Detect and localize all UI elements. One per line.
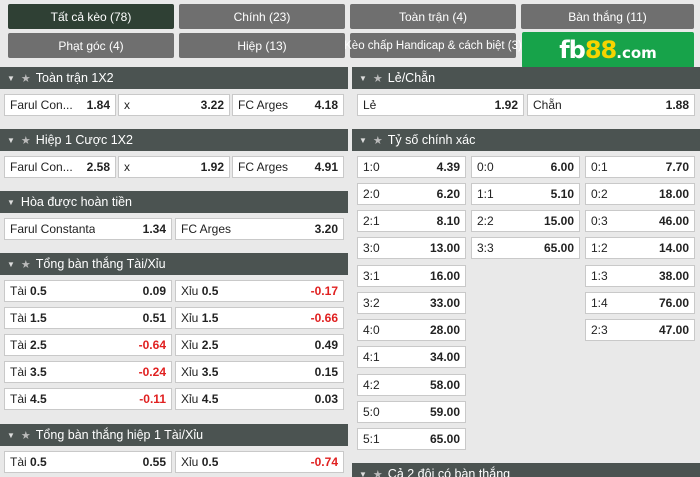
odds-cell[interactable]: Lẻ 1.92 (357, 94, 524, 116)
score-cell[interactable]: 3:1 16.00 (357, 265, 466, 287)
fb88-logo[interactable]: fb88.com (522, 32, 694, 68)
caret-down-icon: ▼ (7, 197, 15, 207)
caret-down-icon: ▼ (359, 73, 367, 83)
odds-cell[interactable]: x 3.22 (118, 94, 230, 116)
tab-corners[interactable]: Phạt góc (4) (8, 33, 174, 58)
tab-full-match[interactable]: Toàn trận (4) (350, 4, 516, 29)
tab-main[interactable]: Chính (23) (179, 4, 345, 29)
section-header-both-score[interactable]: ▼ ★ Cả 2 đội có bàn thắng (352, 463, 700, 477)
score-cell[interactable]: 2:2 15.00 (471, 210, 580, 232)
score-cell[interactable]: 1:4 76.00 (585, 292, 695, 314)
score-cell[interactable]: 2:1 8.10 (357, 210, 466, 232)
odds-cell[interactable]: Farul Con... 2.58 (4, 156, 116, 178)
section-header-correct-score[interactable]: ▼ ★ Tỷ số chính xác (352, 129, 700, 151)
section-header-odd-even[interactable]: ▼ ★ Lẻ/Chẵn (352, 67, 700, 89)
section-header-half-total-goals[interactable]: ▼ ★ Tổng bàn thắng hiệp 1 Tài/Xỉu (0, 424, 348, 446)
section-title: Tỷ số chính xác (387, 133, 476, 147)
section-title: Hiệp 1 Cược 1X2 (35, 133, 133, 147)
score-cell[interactable]: 4:2 58.00 (357, 374, 466, 396)
score-cell[interactable]: 3:3 65.00 (471, 237, 580, 259)
section-header-half-1x2[interactable]: ▼ ★ Hiệp 1 Cược 1X2 (0, 129, 348, 151)
under-cell[interactable]: Xỉu 2.5 0.49 (175, 334, 344, 356)
star-icon[interactable]: ★ (21, 429, 31, 442)
section-header-draw-refund[interactable]: ▼ Hòa được hoàn tiền (0, 191, 348, 213)
section-title: Tổng bàn thắng Tài/Xỉu (35, 257, 166, 271)
section-title: Tổng bàn thắng hiệp 1 Tài/Xỉu (35, 428, 204, 442)
tab-handicap[interactable]: Kèo chấp Handicap & cách biệt (3) (344, 33, 522, 58)
section-title: Lẻ/Chẵn (387, 71, 436, 85)
score-cell[interactable]: 2:0 6.20 (357, 183, 466, 205)
under-cell[interactable]: Xỉu 4.5 0.03 (175, 388, 344, 410)
score-cell[interactable]: 1:1 5.10 (471, 183, 580, 205)
tab-half[interactable]: Hiệp (13) (179, 33, 345, 58)
score-cell[interactable]: 0:0 6.00 (471, 156, 580, 178)
star-icon[interactable]: ★ (373, 134, 383, 147)
odds-cell[interactable]: FC Arges 4.91 (232, 156, 344, 178)
score-cell[interactable]: 0:2 18.00 (585, 183, 695, 205)
score-cell[interactable]: 5:1 65.00 (357, 428, 466, 450)
score-cell[interactable]: 4:1 34.00 (357, 346, 466, 368)
under-cell[interactable]: Xỉu 0.5 -0.17 (175, 280, 344, 302)
tab-all[interactable]: Tất cả kèo (78) (8, 4, 174, 29)
star-icon[interactable]: ★ (373, 468, 383, 477)
section-header-full-1x2[interactable]: ▼ ★ Toàn trận 1X2 (0, 67, 348, 89)
odds-cell[interactable]: FC Arges 4.18 (232, 94, 344, 116)
over-cell[interactable]: Tài 2.5 -0.64 (4, 334, 172, 356)
star-icon[interactable]: ★ (21, 258, 31, 271)
star-icon[interactable]: ★ (373, 72, 383, 85)
odds-cell[interactable]: FC Arges 3.20 (175, 218, 344, 240)
score-cell[interactable]: 0:1 7.70 (585, 156, 695, 178)
caret-down-icon: ▼ (7, 259, 15, 269)
odds-cell[interactable]: Farul Con... 1.84 (4, 94, 116, 116)
score-cell[interactable]: 1:2 14.00 (585, 237, 695, 259)
section-title: Cả 2 đội có bàn thắng (387, 467, 511, 477)
score-cell[interactable]: 5:0 59.00 (357, 401, 466, 423)
score-cell[interactable]: 1:0 4.39 (357, 156, 466, 178)
caret-down-icon: ▼ (359, 469, 367, 477)
logo-text: fb88.com (559, 36, 657, 64)
caret-down-icon: ▼ (359, 135, 367, 145)
over-cell[interactable]: Tài 4.5 -0.11 (4, 388, 172, 410)
score-cell[interactable]: 3:2 33.00 (357, 292, 466, 314)
odds-cell[interactable]: x 1.92 (118, 156, 230, 178)
caret-down-icon: ▼ (7, 73, 15, 83)
under-cell[interactable]: Xỉu 0.5 -0.74 (175, 451, 344, 473)
score-cell[interactable]: 0:3 46.00 (585, 210, 695, 232)
star-icon[interactable]: ★ (21, 134, 31, 147)
score-cell[interactable]: 1:3 38.00 (585, 265, 695, 287)
section-title: Toàn trận 1X2 (35, 71, 114, 85)
under-cell[interactable]: Xỉu 1.5 -0.66 (175, 307, 344, 329)
caret-down-icon: ▼ (7, 135, 15, 145)
under-cell[interactable]: Xỉu 3.5 0.15 (175, 361, 344, 383)
over-cell[interactable]: Tài 1.5 0.51 (4, 307, 172, 329)
section-title: Hòa được hoàn tiền (20, 195, 132, 209)
tab-goals[interactable]: Bàn thắng (11) (521, 4, 694, 29)
over-cell[interactable]: Tài 0.5 0.55 (4, 451, 172, 473)
score-cell[interactable]: 4:0 28.00 (357, 319, 466, 341)
caret-down-icon: ▼ (7, 430, 15, 440)
over-cell[interactable]: Tài 3.5 -0.24 (4, 361, 172, 383)
odds-cell[interactable]: Chẵn 1.88 (527, 94, 695, 116)
star-icon[interactable]: ★ (21, 72, 31, 85)
section-header-total-goals[interactable]: ▼ ★ Tổng bàn thắng Tài/Xỉu (0, 253, 348, 275)
score-cell[interactable]: 2:3 47.00 (585, 319, 695, 341)
score-cell[interactable]: 3:0 13.00 (357, 237, 466, 259)
odds-cell[interactable]: Farul Constanta 1.34 (4, 218, 172, 240)
over-cell[interactable]: Tài 0.5 0.09 (4, 280, 172, 302)
